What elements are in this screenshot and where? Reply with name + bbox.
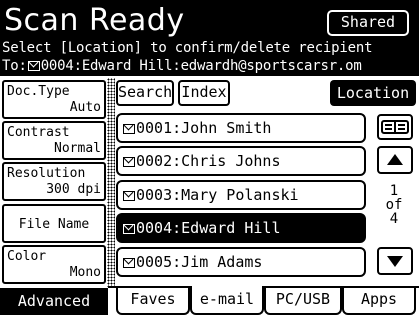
recipient-item-0002[interactable]: 0002:Chris Johns: [116, 146, 366, 176]
scroll-up-button[interactable]: [377, 146, 413, 174]
tab-pc-usb[interactable]: PC/USB: [264, 288, 342, 315]
doc-type-label: Doc.Type: [7, 84, 70, 99]
recipient-label: 0003:Mary Polanski: [136, 186, 299, 204]
envelope-icon: [123, 191, 135, 201]
scan-ready-screen: Scan Ready Shared Select [Location] to c…: [0, 0, 419, 315]
to-line: To: 0004:Edward Hill:edwardh@sportscarsr.…: [2, 58, 362, 75]
page-indicator: 1 of 4: [370, 184, 418, 226]
advanced-button[interactable]: Advanced: [0, 288, 108, 315]
page-current: 1: [389, 183, 399, 199]
recipient-item-0004[interactable]: 0004:Edward Hill: [116, 213, 366, 243]
recipient-item-0005[interactable]: 0005:Jim Adams: [116, 247, 366, 277]
file-name-button[interactable]: File Name: [2, 204, 106, 243]
envelope-icon: [27, 61, 40, 71]
view-toggle-button[interactable]: [377, 114, 413, 140]
resolution-button[interactable]: Resolution 300 dpi: [2, 162, 106, 201]
contrast-button[interactable]: Contrast Normal: [2, 121, 106, 160]
down-arrow-icon: [387, 256, 403, 267]
tab-apps[interactable]: Apps: [342, 288, 416, 315]
page-total: 4: [389, 211, 399, 227]
location-button[interactable]: Location: [330, 80, 416, 106]
instruction-text: Select [Location] to confirm/delete reci…: [2, 40, 373, 56]
shared-button[interactable]: Shared: [327, 10, 409, 36]
page-title: Scan Ready: [4, 3, 185, 38]
recipient-label: 0004:Edward Hill: [136, 219, 281, 237]
recipient-label: 0005:Jim Adams: [136, 253, 263, 271]
to-value: 0004:Edward Hill:edwardh@sportscarsr.om: [40, 58, 362, 74]
color-label: Color: [7, 249, 47, 264]
to-prefix: To:: [2, 58, 27, 74]
envelope-icon: [123, 124, 135, 134]
envelope-icon: [123, 224, 135, 234]
resolution-label: Resolution: [7, 166, 86, 181]
doc-type-value: Auto: [69, 100, 101, 115]
search-button[interactable]: Search: [116, 80, 174, 106]
tab-faves[interactable]: Faves: [116, 288, 190, 315]
contrast-label: Contrast: [7, 125, 70, 140]
contrast-value: Normal: [54, 141, 101, 156]
doc-type-button[interactable]: Doc.Type Auto: [2, 80, 106, 119]
recipient-item-0001[interactable]: 0001:John Smith: [116, 113, 366, 143]
up-arrow-icon: [387, 154, 403, 165]
page-of: of: [385, 197, 403, 213]
color-value: Mono: [69, 265, 101, 280]
recipient-label: 0001:John Smith: [136, 119, 272, 137]
tab-email[interactable]: e-mail: [190, 286, 264, 315]
divider-pattern: [107, 78, 115, 288]
index-button[interactable]: Index: [178, 80, 230, 106]
envelope-icon: [123, 258, 135, 268]
color-button[interactable]: Color Mono: [2, 245, 106, 284]
resolution-value: 300 dpi: [46, 182, 101, 197]
recipient-label: 0002:Chris Johns: [136, 152, 281, 170]
envelope-icon: [123, 157, 135, 167]
list-view-icon: [381, 120, 409, 134]
scroll-down-button[interactable]: [377, 247, 413, 275]
recipient-item-0003[interactable]: 0003:Mary Polanski: [116, 180, 366, 210]
file-name-label: File Name: [18, 217, 90, 232]
